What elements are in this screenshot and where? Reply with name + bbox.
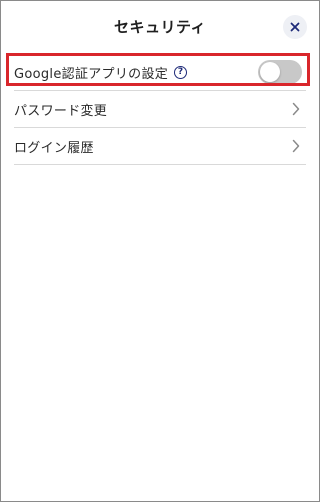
page-title: セキュリティ <box>113 18 207 36</box>
toggle-knob <box>260 62 280 82</box>
google-authenticator-toggle[interactable] <box>258 60 302 84</box>
login-history-row[interactable]: ログイン履歴 <box>14 128 306 165</box>
password-change-label: パスワード変更 <box>14 103 108 119</box>
question-circle-icon[interactable]: ? <box>174 65 188 79</box>
google-authenticator-row: Google認証アプリの設定 ? <box>14 54 306 91</box>
login-history-label: ログイン履歴 <box>14 140 94 156</box>
google-authenticator-label: Google認証アプリの設定 <box>14 66 169 82</box>
security-settings-list: Google認証アプリの設定 ? パスワード変更 ログイン履歴 <box>14 54 306 165</box>
security-panel: セキュリティ Google認証アプリの設定 ? パスワード変更 ログイン履歴 <box>0 0 320 502</box>
close-icon <box>290 22 300 32</box>
panel-header: セキュリティ <box>1 11 319 43</box>
close-button[interactable] <box>283 15 307 39</box>
chevron-right-icon <box>292 139 300 153</box>
password-change-row[interactable]: パスワード変更 <box>14 91 306 128</box>
chevron-right-icon <box>292 102 300 116</box>
